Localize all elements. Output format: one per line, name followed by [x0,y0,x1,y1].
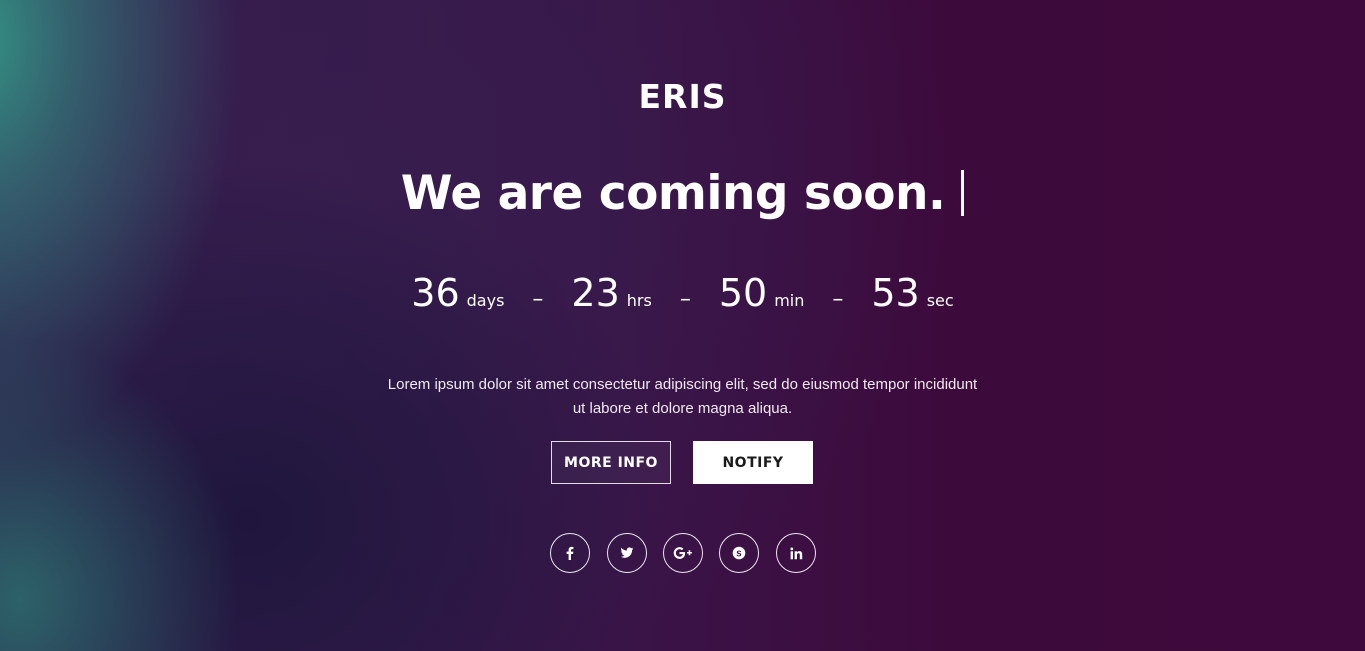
minutes-value: 50 [718,271,768,315]
countdown-days: 36 days [411,268,504,318]
countdown-separator: – [679,287,691,312]
seconds-label: sec [926,291,954,310]
notify-button[interactable]: NOTIFY [693,441,813,484]
seconds-value: 53 [871,271,920,315]
skype-link[interactable] [719,533,759,573]
hours-label: hrs [626,291,652,310]
countdown-minutes: 50 min [719,268,805,318]
countdown-separator: – [532,287,544,312]
brand-logo: ERIS [638,77,727,116]
linkedin-icon [789,547,803,560]
headline-text: We are coming soon. [400,166,946,221]
facebook-link[interactable] [550,533,590,573]
linkedin-link[interactable] [776,533,816,573]
twitter-link[interactable] [607,533,647,573]
facebook-icon [563,546,577,560]
days-value: 36 [411,271,460,315]
countdown-separator: – [832,287,844,312]
hours-value: 23 [571,271,620,315]
days-label: days [466,291,505,310]
google-plus-icon [673,546,693,560]
countdown: 36 days – 23 hrs – 50 min – 53 sec [0,268,1365,318]
twitter-icon [620,546,634,560]
google-plus-link[interactable] [663,533,703,573]
countdown-hours: 23 hrs [571,268,651,318]
minutes-label: min [774,291,805,310]
coming-soon-section: ERIS We are coming soon. 36 days – 23 hr… [0,0,1365,651]
skype-icon [732,546,746,560]
headline: We are coming soon. [0,162,1365,226]
more-info-button[interactable]: MORE INFO [551,441,671,484]
countdown-seconds: 53 sec [871,268,953,318]
typing-cursor [961,170,965,216]
description-text: Lorem ipsum dolor sit amet consectetur a… [387,376,978,417]
